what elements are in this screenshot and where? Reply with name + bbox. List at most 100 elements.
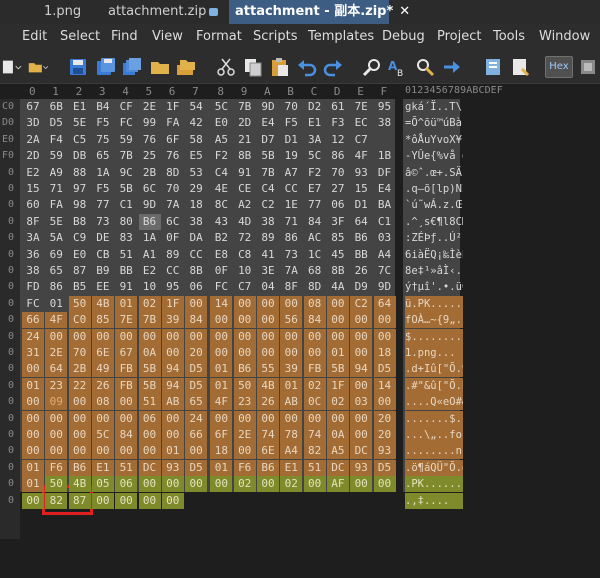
hex-byte[interactable]: 73 <box>280 247 302 263</box>
hex-byte[interactable]: 1F <box>162 99 184 115</box>
hex-byte[interactable]: 00 <box>233 345 256 361</box>
hex-byte[interactable]: 22 <box>68 377 91 394</box>
hex-byte[interactable]: 5C <box>91 427 114 443</box>
hex-byte[interactable]: 00 <box>138 492 161 509</box>
hex-byte[interactable]: 00 <box>303 476 326 493</box>
hex-byte[interactable]: 00 <box>373 328 396 345</box>
hex-byte[interactable]: 00 <box>68 427 91 443</box>
hex-byte[interactable]: 00 <box>280 345 303 361</box>
hex-byte[interactable]: B8 <box>69 214 91 230</box>
hex-byte[interactable]: 9D <box>139 197 161 213</box>
hex-byte[interactable]: CC <box>185 247 207 263</box>
ascii-row[interactable]: .‚‡.... <box>405 492 463 509</box>
hex-byte[interactable]: 76 <box>139 132 161 148</box>
hex-byte[interactable]: 1F <box>326 377 349 394</box>
hex-byte[interactable]: C8 <box>234 247 256 263</box>
hex-byte[interactable]: 54 <box>185 99 207 115</box>
hex-byte[interactable]: 02 <box>280 476 303 493</box>
hex-byte[interactable]: 82 <box>303 443 326 460</box>
hex-byte[interactable]: C0 <box>68 312 91 329</box>
hex-byte[interactable]: 04 <box>257 279 279 295</box>
hex-byte[interactable]: 01 <box>22 377 44 394</box>
hex-byte[interactable]: 89 <box>257 230 279 246</box>
hex-byte[interactable]: E4 <box>374 181 396 197</box>
hex-byte[interactable]: 00 <box>257 476 279 493</box>
hex-byte[interactable]: BA <box>374 197 396 213</box>
hex-byte[interactable]: 18 <box>373 345 396 361</box>
hex-byte[interactable]: 00 <box>138 476 161 493</box>
menu-find[interactable]: Find <box>111 29 138 44</box>
hex-byte[interactable]: 70 <box>68 345 91 361</box>
hex-byte[interactable]: 24 <box>185 410 208 427</box>
hex-byte[interactable]: B6 <box>138 213 161 230</box>
templates-icon[interactable] <box>484 57 504 77</box>
hex-byte[interactable]: 58 <box>185 132 207 148</box>
hex-byte[interactable]: EE <box>92 279 114 295</box>
hex-byte[interactable]: 10 <box>139 279 161 295</box>
hex-byte[interactable]: 99 <box>139 115 161 131</box>
hex-byte[interactable]: 0F <box>162 230 184 246</box>
hex-byte[interactable]: 7A <box>280 263 302 279</box>
hex-byte[interactable]: 00 <box>91 443 114 460</box>
ascii-row[interactable]: .ö¶áQÜ"Õ.ö¶áQÜ"Õ <box>405 459 463 476</box>
hex-byte[interactable]: F5 <box>92 115 114 131</box>
scripts-icon[interactable] <box>510 57 530 77</box>
hex-byte[interactable]: 00 <box>22 361 44 378</box>
hex-byte[interactable]: 66 <box>22 312 44 329</box>
save-all-icon[interactable] <box>122 57 142 77</box>
hex-byte[interactable]: 2E <box>233 427 256 443</box>
hex-byte[interactable]: 00 <box>22 492 44 509</box>
hex-byte[interactable]: 00 <box>115 394 138 411</box>
hex-byte[interactable]: 59 <box>45 148 67 164</box>
menu-tools[interactable]: Tools <box>493 29 525 44</box>
hex-editor[interactable]: 0123456789ABCDEF 0 1 2 3 4 5 6 7 8 9 A B C D E F C0 67 6B E… <box>0 84 600 578</box>
hex-byte[interactable]: 5B <box>138 377 161 394</box>
hex-byte[interactable]: 00 <box>233 328 256 345</box>
hex-byte[interactable]: E0 <box>210 115 232 131</box>
hex-byte[interactable]: D5 <box>45 115 67 131</box>
ascii-row[interactable]: ü.PK.........Âd <box>405 295 463 312</box>
hex-byte[interactable]: 00 <box>233 312 256 329</box>
hex-byte[interactable]: 66 <box>185 427 208 443</box>
hex-byte[interactable]: E8 <box>210 247 232 263</box>
hex-byte[interactable]: 68 <box>304 263 326 279</box>
hex-byte[interactable]: 00 <box>115 492 138 509</box>
hex-byte[interactable]: 8F <box>280 279 302 295</box>
hex-byte[interactable]: 00 <box>373 312 396 329</box>
hex-byte[interactable]: 00 <box>161 476 184 493</box>
hex-byte[interactable]: 5B <box>326 361 349 378</box>
hex-byte[interactable]: DB <box>69 148 91 164</box>
hex-byte[interactable]: E2 <box>22 165 44 181</box>
hex-byte[interactable]: 6C <box>139 181 161 197</box>
hex-byte[interactable]: 80 <box>115 214 137 230</box>
tab-1-png[interactable]: 1.png <box>44 0 81 24</box>
hex-byte[interactable]: 1C <box>304 247 326 263</box>
hex-byte[interactable]: E5 <box>185 148 207 164</box>
hex-byte[interactable]: 00 <box>45 427 68 443</box>
hex-byte[interactable]: 00 <box>185 476 208 493</box>
hex-byte[interactable]: 69 <box>45 247 67 263</box>
hex-byte[interactable]: 87 <box>68 492 91 509</box>
hex-byte[interactable]: 60 <box>22 197 44 213</box>
hex-byte[interactable]: 00 <box>185 295 208 312</box>
hex-byte[interactable]: 36 <box>22 247 44 263</box>
ascii-row[interactable]: gká´Ï..T\{.pÒa~• <box>405 99 463 115</box>
hex-byte[interactable]: 27 <box>327 181 349 197</box>
open-folder-icon[interactable] <box>28 57 54 77</box>
hex-byte[interactable]: 01 <box>161 443 184 460</box>
hex-byte[interactable]: DC <box>326 459 349 476</box>
hex-byte[interactable]: 0F <box>210 263 232 279</box>
hex-byte[interactable]: 06 <box>185 279 207 295</box>
hex-byte[interactable]: F4 <box>45 132 67 148</box>
hex-byte[interactable]: 00 <box>115 328 138 345</box>
hex-byte[interactable]: E4 <box>257 115 279 131</box>
hex-byte[interactable]: 14 <box>373 377 396 394</box>
hex-byte[interactable]: 00 <box>45 443 68 460</box>
hex-byte[interactable]: EC <box>350 115 372 131</box>
hex-byte[interactable]: 94 <box>161 377 184 394</box>
hex-byte[interactable]: C7 <box>350 132 372 148</box>
hex-byte[interactable]: 00 <box>161 492 184 509</box>
menu-edit[interactable]: Edit <box>22 29 47 44</box>
hex-byte[interactable]: 6E <box>91 345 114 361</box>
hex-byte[interactable]: 26 <box>257 394 279 411</box>
